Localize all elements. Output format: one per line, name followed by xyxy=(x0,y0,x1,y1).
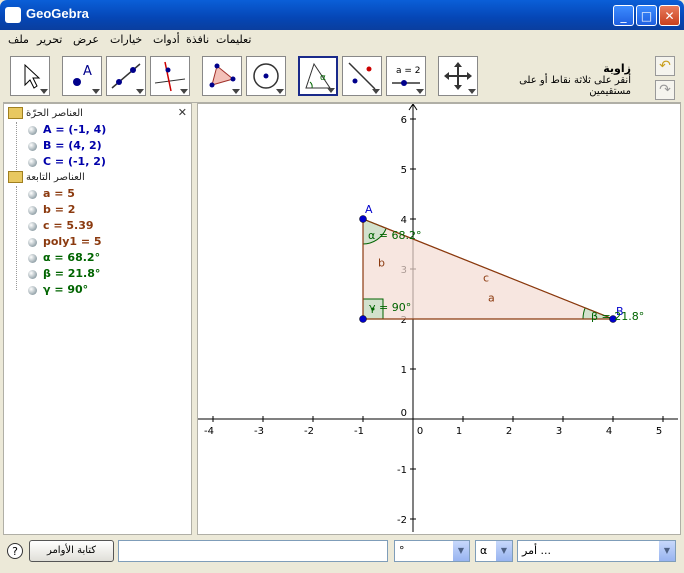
chevron-down-icon: ▼ xyxy=(659,541,675,561)
degree-symbol-select[interactable]: ° ▼ xyxy=(394,540,470,562)
svg-text:a = 2: a = 2 xyxy=(396,66,421,76)
segment-label-a: a xyxy=(488,292,495,305)
title-bar: GeoGebra _ □ ✕ xyxy=(0,0,684,30)
x-tick-label: 1 xyxy=(456,426,462,437)
tool-description: أنقر على ثلاثة نقاط أو على مستقيمين xyxy=(519,75,631,97)
x-tick-label: 2 xyxy=(506,426,512,437)
graphics-canvas[interactable]: -4-3-2-10123456543210-1-2 ABC a b c α = … xyxy=(198,103,680,534)
window-title: GeoGebra xyxy=(26,6,89,21)
toolbar: A α a = 2 زاوية أنقر على ثلاثة نقاط أو ع… xyxy=(3,50,681,103)
command-select[interactable]: ... أمر ▼ xyxy=(517,540,676,562)
point-tool[interactable]: A xyxy=(62,56,102,96)
close-algebra-icon[interactable]: ✕ xyxy=(178,106,187,119)
y-tick-label: 1 xyxy=(401,365,407,376)
input-bar: ? كتابة الأوامر ° ▼ α ▼ ... أمر ▼ xyxy=(3,537,681,567)
undo-button[interactable]: ↶ xyxy=(655,56,675,76)
chevron-down-icon: ▼ xyxy=(453,541,469,561)
svg-text:A: A xyxy=(83,64,92,79)
tree-line xyxy=(16,122,17,178)
point-a xyxy=(359,215,367,223)
angle-tool[interactable]: α xyxy=(298,56,338,96)
y-tick-label: -2 xyxy=(397,515,407,526)
x-tick-label: -3 xyxy=(254,426,264,437)
visibility-toggle-icon[interactable] xyxy=(28,237,37,247)
perpendicular-line-tool[interactable] xyxy=(150,56,190,96)
visibility-toggle-icon[interactable] xyxy=(28,189,37,199)
help-icon[interactable]: ? xyxy=(7,543,23,559)
visibility-toggle-icon[interactable] xyxy=(28,205,37,215)
move-graphics-view-tool[interactable] xyxy=(438,56,478,96)
list-item[interactable]: β = 21.8° xyxy=(28,267,100,280)
list-item[interactable]: c = 5.39 xyxy=(28,219,94,232)
y-tick-label: 6 xyxy=(401,115,407,126)
tree-line xyxy=(16,186,17,290)
segment-label-c: c xyxy=(483,272,489,285)
visibility-toggle-icon[interactable] xyxy=(28,285,37,295)
x-tick-label: -4 xyxy=(204,426,214,437)
visibility-toggle-icon[interactable] xyxy=(28,157,37,167)
y-tick-label: 4 xyxy=(401,215,407,226)
menu-file[interactable]: ملف xyxy=(8,33,29,46)
list-item[interactable]: B = (4, 2) xyxy=(28,139,102,152)
x-tick-label: 5 xyxy=(656,426,662,437)
command-input[interactable] xyxy=(118,540,388,562)
y-tick-label: -1 xyxy=(397,465,407,476)
segment-label-b: b xyxy=(378,257,385,270)
visibility-toggle-icon[interactable] xyxy=(28,141,37,151)
angle-label-alpha: α = 68.2° xyxy=(368,229,421,242)
dependent-objects-header[interactable]: العناصر التابعة xyxy=(8,171,85,183)
menu-tools[interactable]: أدوات xyxy=(153,33,180,46)
tool-name: زاوية xyxy=(603,62,631,75)
y-tick-label: 0 xyxy=(401,408,407,419)
visibility-toggle-icon[interactable] xyxy=(28,221,37,231)
minimize-button[interactable]: _ xyxy=(613,5,634,26)
list-item[interactable]: a = 5 xyxy=(28,187,75,200)
list-item[interactable]: α = 68.2° xyxy=(28,251,100,264)
angle-label-gamma: γ = 90° xyxy=(369,301,411,314)
algebra-view: ✕ العناصر الحرّة A = (-1, 4) B = (4, 2) … xyxy=(3,103,192,535)
list-item[interactable]: poly1 = 5 xyxy=(28,235,102,248)
menu-window[interactable]: نافذة xyxy=(186,33,209,46)
x-tick-label: -2 xyxy=(304,426,314,437)
menu-help[interactable]: تعليمات xyxy=(216,33,251,46)
list-item[interactable]: A = (-1, 4) xyxy=(28,123,106,136)
list-item[interactable]: C = (-1, 2) xyxy=(28,155,106,168)
x-tick-label: -1 xyxy=(354,426,364,437)
input-command-button[interactable]: كتابة الأوامر xyxy=(29,540,114,562)
angle-label-beta: β = 21.8° xyxy=(591,310,644,323)
x-tick-label: 3 xyxy=(556,426,562,437)
redo-button[interactable]: ↷ xyxy=(655,80,675,100)
list-item[interactable]: b = 2 xyxy=(28,203,75,216)
point-label-a: A xyxy=(365,203,373,216)
menu-options[interactable]: خيارات xyxy=(110,33,142,46)
circle-tool[interactable] xyxy=(246,56,286,96)
menu-view[interactable]: عرض xyxy=(73,33,99,46)
visibility-toggle-icon[interactable] xyxy=(28,269,37,279)
x-tick-label: 0 xyxy=(417,426,423,437)
y-tick-label: 5 xyxy=(401,165,407,176)
free-objects-header[interactable]: العناصر الحرّة xyxy=(8,107,83,119)
close-button[interactable]: ✕ xyxy=(659,5,680,26)
reflect-tool[interactable] xyxy=(342,56,382,96)
list-item[interactable]: γ = 90° xyxy=(28,283,88,296)
greek-letter-select[interactable]: α ▼ xyxy=(475,540,513,562)
graphics-view[interactable]: -4-3-2-10123456543210-1-2 ABC a b c α = … xyxy=(197,103,681,535)
maximize-button[interactable]: □ xyxy=(636,5,657,26)
geogebra-app-icon xyxy=(5,7,21,23)
folder-icon xyxy=(8,171,23,183)
line-tool[interactable] xyxy=(106,56,146,96)
x-tick-label: 4 xyxy=(606,426,612,437)
move-tool[interactable] xyxy=(10,56,50,96)
point-c xyxy=(359,315,367,323)
slider-tool[interactable]: a = 2 xyxy=(386,56,426,96)
visibility-toggle-icon[interactable] xyxy=(28,125,37,135)
menu-bar: ملف تحرير عرض خيارات أدوات نافذة تعليمات xyxy=(3,30,681,50)
menu-edit[interactable]: تحرير xyxy=(37,33,62,46)
svg-text:α: α xyxy=(320,73,326,83)
chevron-down-icon: ▼ xyxy=(496,541,512,561)
tool-info: زاوية أنقر على ثلاثة نقاط أو على مستقيمي… xyxy=(491,62,631,97)
folder-icon xyxy=(8,107,23,119)
polygon-tool[interactable] xyxy=(202,56,242,96)
visibility-toggle-icon[interactable] xyxy=(28,253,37,263)
